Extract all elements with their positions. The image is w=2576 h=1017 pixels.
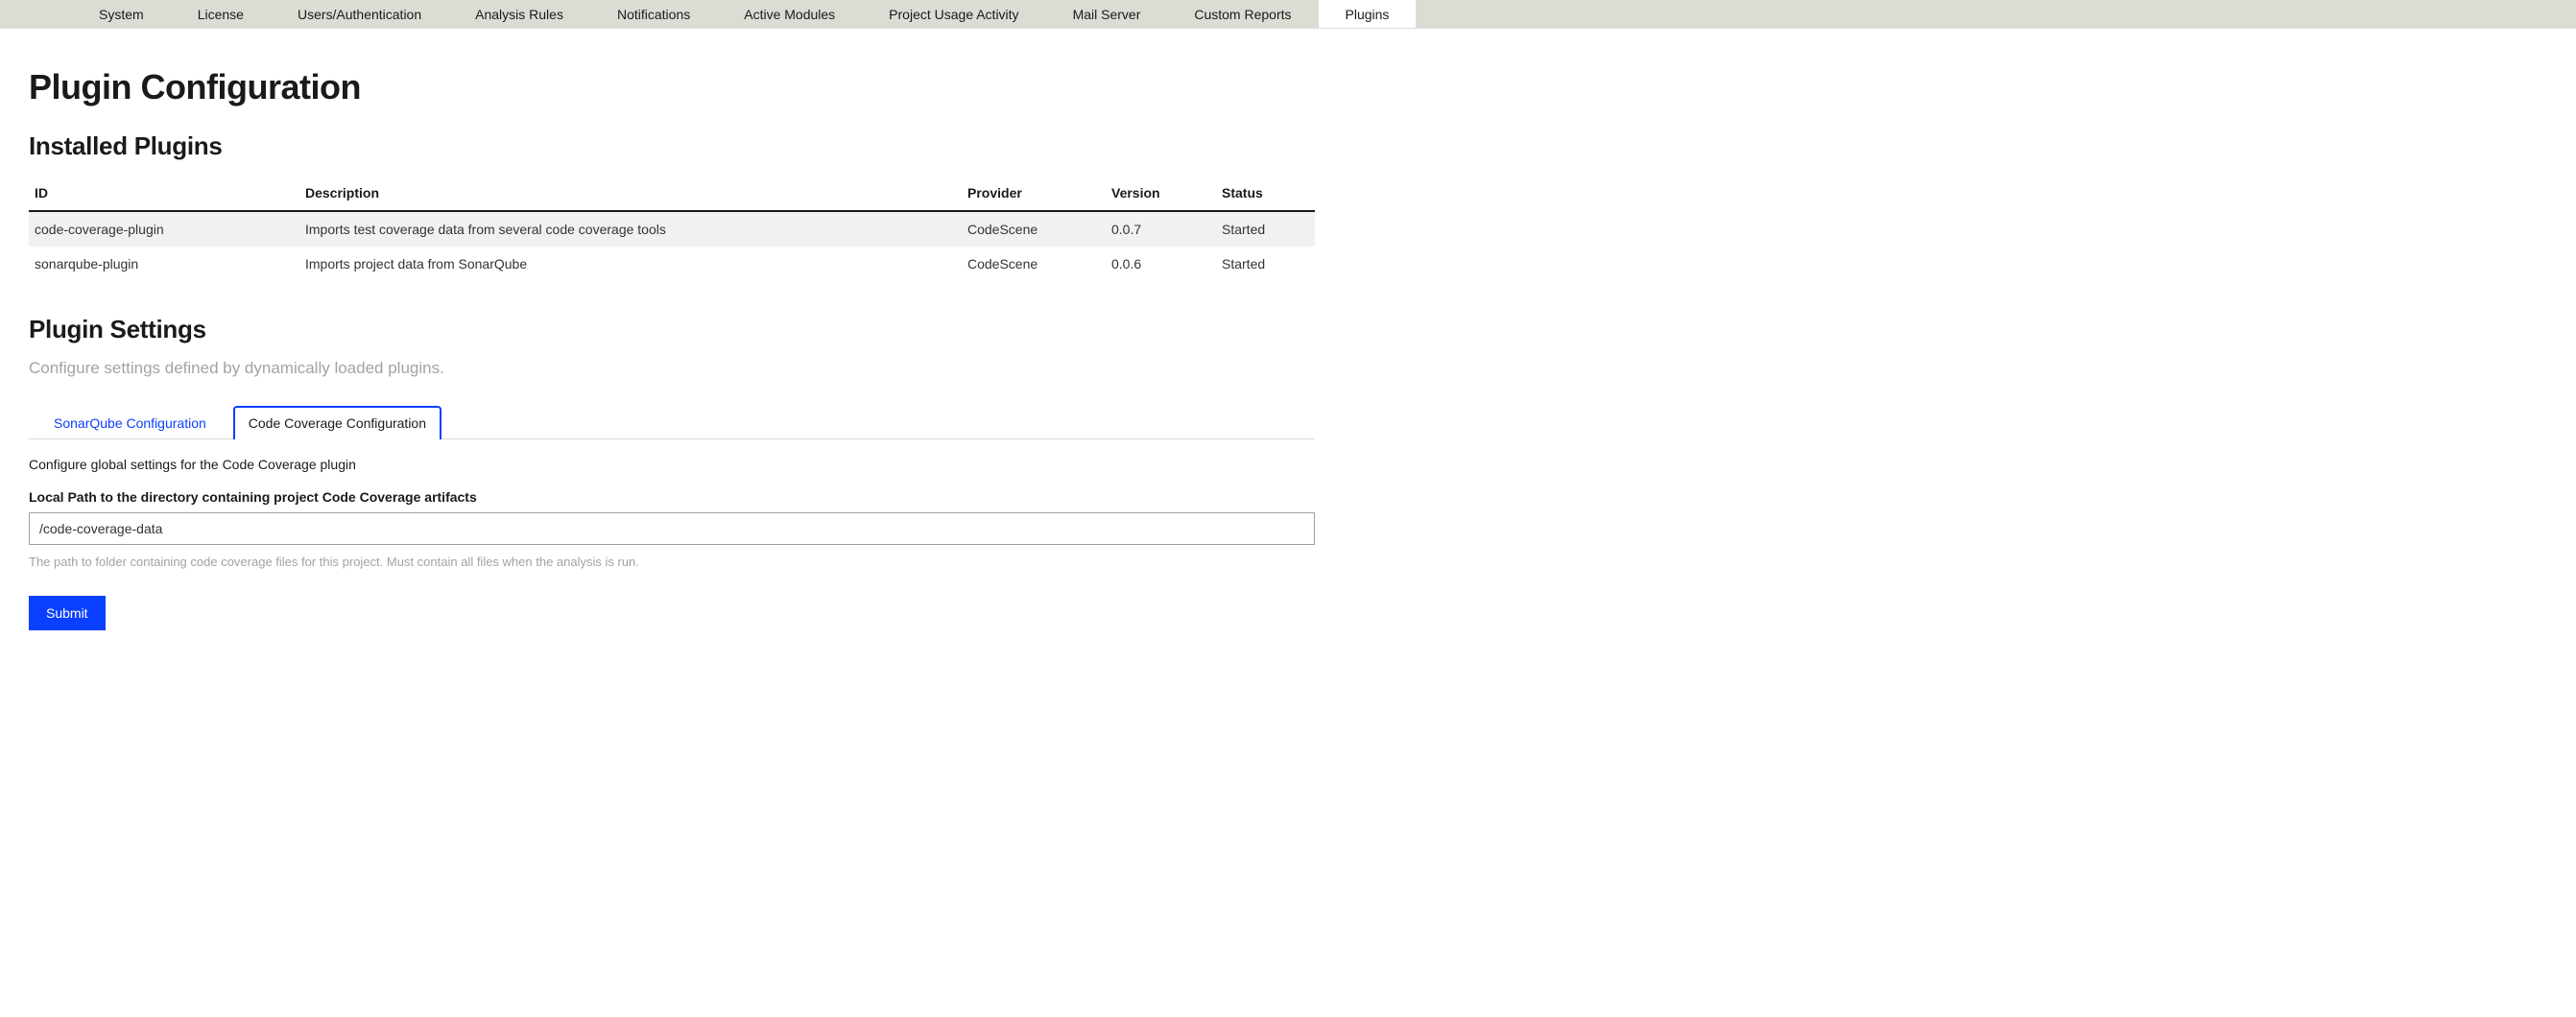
nav-item-notifications[interactable]: Notifications: [590, 0, 717, 28]
col-header-status: Status: [1214, 176, 1315, 211]
col-header-provider: Provider: [960, 176, 1104, 211]
nav-item-system[interactable]: System: [72, 0, 171, 28]
nav-item-mail-server[interactable]: Mail Server: [1046, 0, 1168, 28]
nav-item-project-usage-activity[interactable]: Project Usage Activity: [862, 0, 1045, 28]
table-row: sonarqube-pluginImports project data fro…: [29, 247, 1315, 281]
plugin-settings-subtitle: Configure settings defined by dynamicall…: [29, 359, 1315, 378]
cell-status: Started: [1214, 247, 1315, 281]
cell-description: Imports project data from SonarQube: [298, 247, 960, 281]
col-header-description: Description: [298, 176, 960, 211]
cell-version: 0.0.6: [1104, 247, 1214, 281]
installed-plugins-heading: Installed Plugins: [29, 131, 1315, 161]
nav-item-active-modules[interactable]: Active Modules: [717, 0, 862, 28]
nav-item-analysis-rules[interactable]: Analysis Rules: [448, 0, 590, 28]
top-nav: SystemLicenseUsers/AuthenticationAnalysi…: [0, 0, 2576, 29]
col-header-version: Version: [1104, 176, 1214, 211]
cell-provider: CodeScene: [960, 211, 1104, 247]
settings-panel-description: Configure global settings for the Code C…: [29, 457, 1315, 472]
page-title: Plugin Configuration: [29, 67, 1315, 107]
settings-subtabs: SonarQube Configuration Code Coverage Con…: [29, 405, 1315, 439]
cell-version: 0.0.7: [1104, 211, 1214, 247]
submit-button[interactable]: Submit: [29, 596, 106, 630]
nav-item-plugins[interactable]: Plugins: [1319, 0, 1417, 28]
nav-item-license[interactable]: License: [171, 0, 271, 28]
local-path-label: Local Path to the directory containing p…: [29, 489, 1315, 505]
col-header-id: ID: [29, 176, 298, 211]
cell-id: code-coverage-plugin: [29, 211, 298, 247]
cell-provider: CodeScene: [960, 247, 1104, 281]
nav-item-custom-reports[interactable]: Custom Reports: [1167, 0, 1318, 28]
nav-item-users-authentication[interactable]: Users/Authentication: [271, 0, 448, 28]
page-content: Plugin Configuration Installed Plugins I…: [0, 29, 1344, 659]
table-row: code-coverage-pluginImports test coverag…: [29, 211, 1315, 247]
installed-plugins-table: ID Description Provider Version Status c…: [29, 176, 1315, 281]
local-path-input[interactable]: [29, 512, 1315, 545]
plugin-settings-heading: Plugin Settings: [29, 315, 1315, 344]
cell-status: Started: [1214, 211, 1315, 247]
cell-id: sonarqube-plugin: [29, 247, 298, 281]
subtab-code-coverage-configuration[interactable]: Code Coverage Configuration: [233, 406, 441, 439]
local-path-help: The path to folder containing code cover…: [29, 555, 1315, 569]
cell-description: Imports test coverage data from several …: [298, 211, 960, 247]
subtab-sonarqube-configuration[interactable]: SonarQube Configuration: [38, 406, 222, 439]
plugins-table-body: code-coverage-pluginImports test coverag…: [29, 211, 1315, 281]
